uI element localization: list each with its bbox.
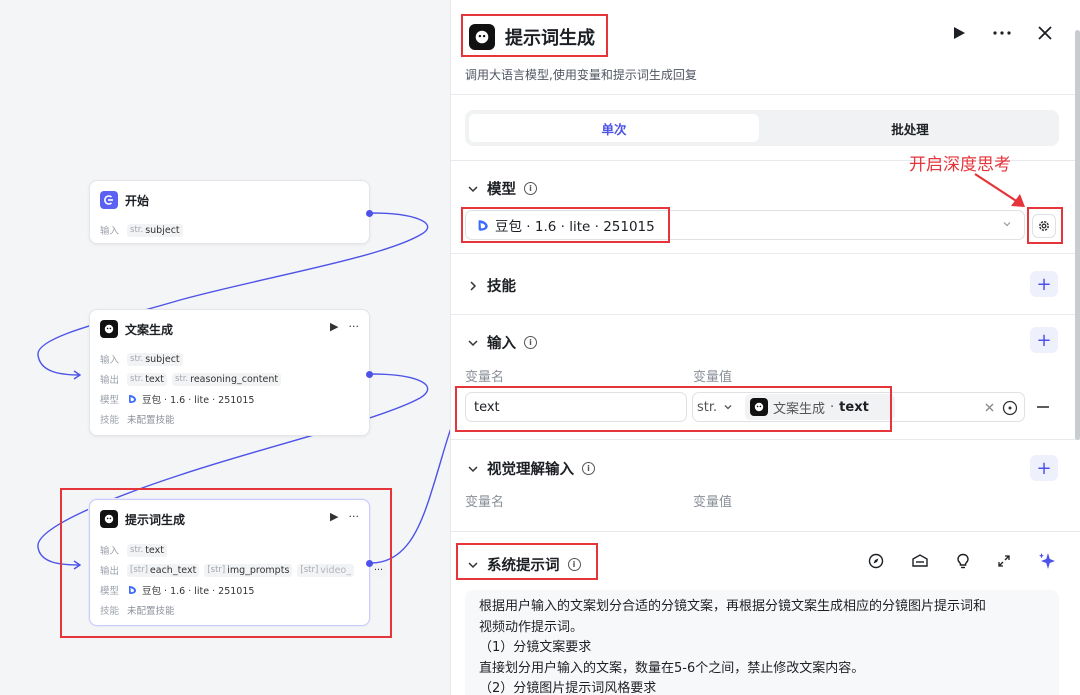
mode-tabs: 单次 批处理 — [465, 110, 1059, 146]
info-icon[interactable]: i — [524, 336, 537, 349]
expand-icon[interactable] — [997, 554, 1011, 568]
skill-label: 技能 — [100, 415, 120, 426]
node-title: 开始 — [125, 193, 150, 208]
highlight-box — [60, 488, 392, 638]
section-title: 视觉理解输入 — [487, 462, 574, 478]
close-icon[interactable] — [1038, 26, 1052, 40]
highlight-box — [461, 14, 608, 57]
ai-sparkle-icon[interactable] — [1038, 552, 1056, 570]
input-label: 输入 — [100, 355, 120, 366]
chevron-right-icon — [470, 280, 477, 291]
output-port[interactable] — [366, 371, 373, 378]
variable-tag: str. text — [127, 372, 167, 386]
node-config-panel: 提示词生成 调用大语言模型,使用变量和提示词生成回复 单次 批处理 模型 i 开… — [450, 0, 1080, 695]
add-vision-input-button[interactable]: + — [1030, 455, 1058, 481]
highlight-box — [456, 543, 598, 580]
model-label: 模型 — [100, 395, 120, 406]
run-icon[interactable]: ▶ — [330, 320, 338, 333]
column-header-value: 变量值 — [693, 370, 733, 385]
compass-icon[interactable] — [868, 553, 884, 569]
prompt-line: 根据用户输入的文案划分合适的分镜文案，再根据分镜文案生成相应的分镜图片提示词和 — [479, 599, 987, 614]
run-icon[interactable] — [952, 26, 966, 40]
tab-batch[interactable]: 批处理 — [765, 114, 1055, 142]
section-title: 技能 — [487, 279, 516, 295]
column-header-value: 变量值 — [693, 495, 733, 510]
system-prompt-editor[interactable]: 根据用户输入的文案划分合适的分镜文案，再根据分镜文案生成相应的分镜图片提示词和 … — [465, 590, 1059, 695]
chevron-down-icon — [468, 339, 478, 346]
variable-tag: str. subject — [127, 223, 183, 237]
vision-section-header[interactable]: 视觉理解输入 i — [467, 458, 595, 479]
prompt-line: （1）分镜文案要求 — [479, 640, 592, 655]
highlight-box — [461, 207, 670, 243]
model-value: 豆包 · 1.6 · lite · 251015 — [142, 395, 255, 406]
highlight-box — [455, 386, 892, 432]
skill-value: 未配置技能 — [127, 415, 175, 426]
variable-picker-icon[interactable] — [1002, 400, 1018, 416]
add-skill-button[interactable]: + — [1030, 271, 1058, 297]
start-node[interactable]: 开始 输入 str. subject — [89, 180, 373, 244]
prompt-line: （2）分镜图片提示词风格要求 — [479, 681, 657, 695]
info-icon[interactable]: i — [582, 462, 595, 475]
tab-single[interactable]: 单次 — [469, 114, 759, 142]
chevron-down-icon — [468, 465, 478, 472]
workflow-canvas[interactable]: 开始 输入 str. subject 文案生成 ▶ ··· 输入 str. subj… — [0, 0, 450, 695]
panel-description: 调用大语言模型,使用变量和提示词生成回复 — [465, 68, 697, 82]
prompt-toolbar — [868, 552, 1056, 570]
section-title: 模型 — [487, 182, 516, 198]
section-title: 输入 — [487, 336, 516, 352]
column-header-name: 变量名 — [465, 370, 505, 385]
chevron-down-icon — [1003, 222, 1011, 227]
more-icon[interactable]: ··· — [349, 320, 360, 333]
skills-section-header[interactable]: 技能 — [467, 275, 516, 296]
scrollbar[interactable] — [1075, 30, 1080, 440]
output-port[interactable] — [366, 210, 373, 217]
add-input-button[interactable]: + — [1030, 327, 1058, 353]
variable-tag: str. subject — [127, 352, 183, 366]
highlight-box — [1027, 207, 1063, 244]
input-label: 输入 — [100, 226, 120, 237]
input-section-header[interactable]: 输入 i — [467, 332, 537, 353]
prompt-line: 视频动作提示词。 — [479, 619, 584, 635]
column-header-name: 变量名 — [465, 495, 505, 510]
model-section-header[interactable]: 模型 i — [467, 178, 537, 199]
start-icon — [100, 191, 118, 209]
more-icon[interactable] — [992, 26, 1012, 40]
llm-icon — [100, 320, 118, 338]
library-icon[interactable] — [911, 553, 929, 569]
doubao-icon — [129, 395, 137, 403]
clear-icon[interactable] — [985, 403, 994, 412]
info-icon[interactable]: i — [524, 182, 537, 195]
output-label: 输出 — [100, 375, 120, 386]
chevron-down-icon — [468, 185, 478, 192]
node-title: 文案生成 — [125, 322, 174, 337]
annotation-arrow — [974, 173, 1025, 207]
remove-row-icon[interactable] — [1037, 406, 1049, 408]
variable-tag: str. reasoning_content — [171, 372, 282, 386]
lightbulb-icon[interactable] — [956, 553, 970, 569]
prompt-line: 直接划分用户输入的文案，数量在5-6个之间，禁止修改文案内容。 — [479, 660, 865, 676]
copy-generation-node[interactable]: 文案生成 ▶ ··· 输入 str. subject 输出 str. text st… — [89, 309, 373, 436]
